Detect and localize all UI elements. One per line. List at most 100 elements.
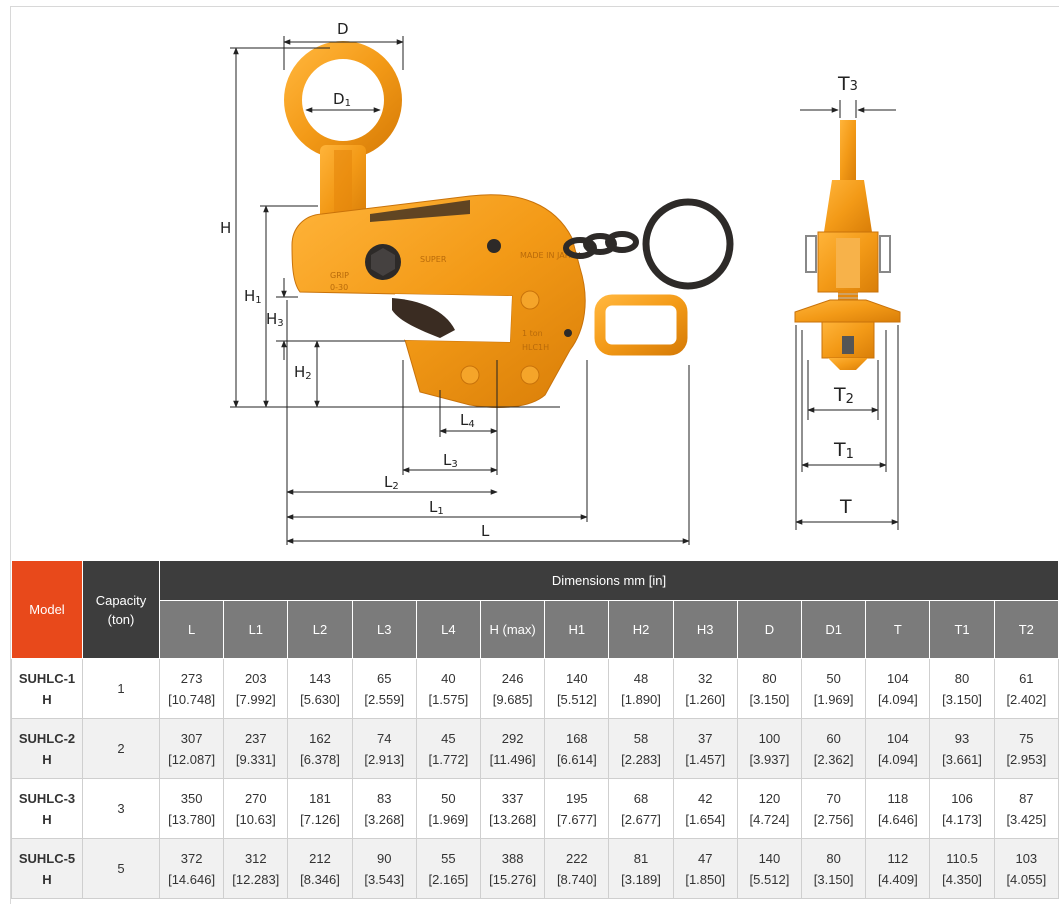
dimension-cell: 61 [2.402] <box>993 658 1059 719</box>
dimension-cell: 50 [1.969] <box>801 658 867 719</box>
dimension-cell: 181 [7.126] <box>287 778 353 839</box>
dimension-cell: 45 [1.772] <box>415 718 482 779</box>
small-bolt <box>487 239 501 253</box>
inch-value: [1.850] <box>685 871 726 887</box>
dimension-cell: 222 [8.740] <box>544 838 610 899</box>
inch-value: [2.756] <box>813 811 854 827</box>
mm-value: 246 <box>501 670 524 686</box>
inch-value: [2.283] <box>621 751 661 767</box>
mm-value: 45 <box>441 730 456 746</box>
inch-value: [4.646] <box>877 811 918 827</box>
capacity-cell: 3 <box>82 778 160 839</box>
mm-value: 37 <box>697 730 713 746</box>
dimension-cell: 143 [5.630] <box>287 658 353 719</box>
inch-value: [9.331] <box>235 751 276 767</box>
dim-label-h: H <box>220 219 231 237</box>
clamp-front-view <box>794 120 901 370</box>
inch-value: [3.150] <box>749 691 790 707</box>
inch-value: [7.992] <box>235 691 276 707</box>
dimension-cell: 140 [5.512] <box>544 658 610 719</box>
dimension-cell: 104 [4.094] <box>865 658 931 719</box>
inch-value: [14.646] <box>168 871 216 887</box>
inch-value: [1.969] <box>428 811 469 827</box>
dim-label-l2: L2 <box>384 473 399 492</box>
mm-value: 93 <box>954 730 970 746</box>
dimension-drawing: SUPER MADE IN JAPAN GRIP 0-30 1 ton HLC1… <box>0 0 1059 560</box>
mm-value: 168 <box>565 730 588 746</box>
mm-value: 80 <box>762 670 777 686</box>
mm-value: 90 <box>376 850 392 866</box>
model-column-header: Model <box>11 560 83 659</box>
dim-label-l4: L4 <box>460 411 475 430</box>
dim-label-l1: L1 <box>429 498 444 517</box>
dim-label-d1: D1 <box>333 90 351 109</box>
dimension-cell: 48 [1.890] <box>608 658 674 719</box>
dimension-cell: 74 [2.913] <box>351 718 417 779</box>
inch-value: [1.260] <box>685 691 726 707</box>
dimension-cell: 42 [1.654] <box>672 778 738 839</box>
column-header-6: H1 <box>544 600 610 659</box>
inch-value: [2.677] <box>621 811 661 827</box>
rating-stamp: 1 ton <box>522 329 543 338</box>
inch-value: [15.276] <box>489 871 537 887</box>
inch-value: [13.780] <box>168 811 216 827</box>
inch-value: [3.543] <box>364 871 405 887</box>
dimension-cell: 75 [2.953] <box>993 718 1059 779</box>
mm-value: 75 <box>1019 730 1034 746</box>
inch-value: [3.150] <box>942 691 982 707</box>
capacity-cell: 2 <box>82 718 160 779</box>
dim-label-t1: T1 <box>833 439 854 462</box>
model-stamp: HLC1H <box>522 343 549 352</box>
inch-value: [2.362] <box>813 751 854 767</box>
inch-value: [7.677] <box>556 811 597 827</box>
dimension-cell: 40 [1.575] <box>415 658 482 719</box>
inch-value: [1.772] <box>428 751 469 767</box>
dimension-cell: 32 [1.260] <box>672 658 738 719</box>
mm-value: 292 <box>501 730 524 746</box>
mm-value: 103 <box>1015 850 1038 866</box>
mm-value: 388 <box>501 850 524 866</box>
dimension-cell: 140 [5.512] <box>736 838 803 899</box>
mm-value: 350 <box>180 790 203 806</box>
dimension-cell: 90 [3.543] <box>351 838 417 899</box>
inch-value: [4.724] <box>749 811 790 827</box>
dimension-cell: 168 [6.614] <box>544 718 610 779</box>
dimensions-table: Model Capacity (ton) Dimensions mm [in] … <box>11 560 1059 899</box>
dim-label-t3: T3 <box>837 73 858 95</box>
inch-value: [7.126] <box>300 811 340 827</box>
mm-value: 140 <box>565 670 588 686</box>
table-row: SUHLC-5H 5 372 [14.646] 312 [12.283] 212 [8.346… <box>11 838 1059 899</box>
dimension-cell: 372 [14.646] <box>158 838 225 899</box>
inch-value: [13.268] <box>489 811 537 827</box>
inch-value: [1.654] <box>685 811 726 827</box>
table-row: SUHLC-3H 3 350 [13.780] 270 [10.63] 181 [7.126]… <box>11 778 1059 839</box>
dim-label-t: T <box>839 496 852 518</box>
dimension-cell: 106 [4.173] <box>929 778 995 839</box>
mm-value: 50 <box>826 670 841 686</box>
dimension-cell: 162 [6.378] <box>287 718 353 779</box>
handle-loop <box>594 294 688 356</box>
dimension-cell: 58 [2.283] <box>608 718 674 779</box>
inch-value: [2.165] <box>428 871 469 887</box>
dimension-cell: 307 [12.087] <box>158 718 225 779</box>
dimension-cell: 112 [4.409] <box>865 838 931 899</box>
inch-value: [2.913] <box>364 751 405 767</box>
dimension-cell: 350 [13.780] <box>158 778 225 839</box>
mm-value: 61 <box>1019 670 1034 686</box>
mm-value: 270 <box>244 790 267 806</box>
mm-value: 40 <box>441 670 456 686</box>
mm-value: 74 <box>376 730 392 746</box>
capacity-cell: 5 <box>82 838 160 899</box>
dimension-cell: 65 [2.559] <box>351 658 417 719</box>
mm-value: 48 <box>633 670 649 686</box>
mm-value: 312 <box>244 850 267 866</box>
dimension-cell: 60 [2.362] <box>801 718 867 779</box>
mm-value: 110.5 <box>946 850 978 866</box>
mm-value: 87 <box>1019 790 1034 806</box>
inch-value: [2.402] <box>1006 691 1047 707</box>
inch-value: [3.150] <box>813 871 854 887</box>
dimension-cell: 100 [3.937] <box>736 718 803 779</box>
dimension-cell: 337 [13.268] <box>480 778 546 839</box>
mm-value: 47 <box>697 850 713 866</box>
mm-value: 100 <box>758 730 781 746</box>
